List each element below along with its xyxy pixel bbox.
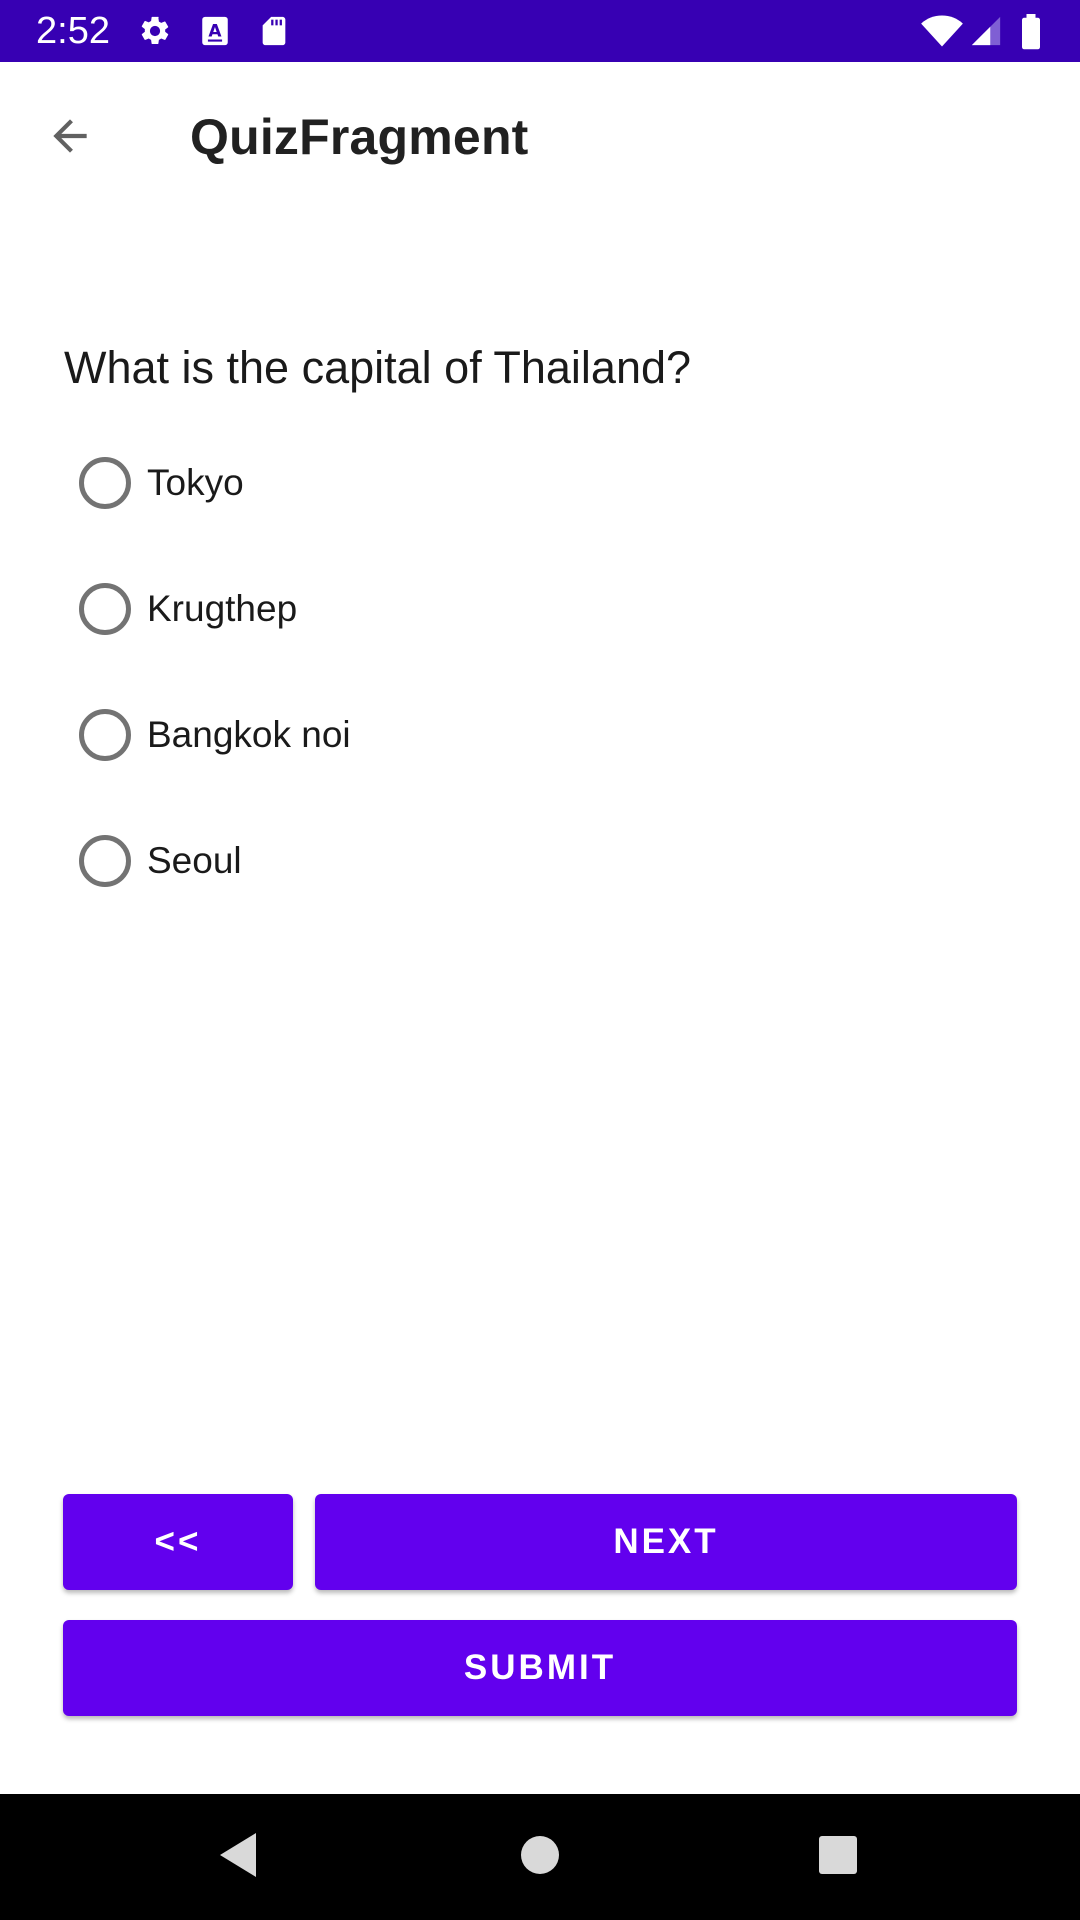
wifi-icon [920, 14, 964, 48]
settings-icon [138, 14, 172, 48]
sd-card-icon [257, 14, 291, 48]
navigation-bar [0, 1794, 1080, 1920]
status-bar: 2:52 A [0, 0, 1080, 62]
radio-button[interactable] [79, 709, 131, 761]
radio-button[interactable] [79, 583, 131, 635]
previous-button[interactable]: << [63, 1494, 293, 1590]
home-circle-icon [520, 1835, 560, 1880]
nav-home-button[interactable] [500, 1817, 580, 1897]
back-triangle-icon [216, 1831, 260, 1884]
radio-option-krugthep[interactable]: Krugthep [64, 559, 764, 659]
radio-label: Bangkok noi [147, 714, 351, 755]
radio-button[interactable] [79, 457, 131, 509]
next-button[interactable]: NEXT [315, 1494, 1017, 1590]
radio-label: Tokyo [147, 462, 244, 503]
status-time: 2:52 [36, 10, 110, 52]
page-title: QuizFragment [190, 109, 529, 165]
radio-option-bangkok-noi[interactable]: Bangkok noi [64, 685, 764, 785]
radio-button[interactable] [79, 835, 131, 887]
recents-square-icon [818, 1835, 858, 1880]
radio-option-tokyo[interactable]: Tokyo [64, 433, 764, 533]
arrow-back-icon [45, 111, 95, 166]
svg-text:A: A [208, 22, 222, 42]
radio-label: Seoul [147, 840, 242, 881]
back-button[interactable] [30, 98, 110, 178]
question-text: What is the capital of Thailand? [64, 342, 692, 393]
cell-signal-icon [968, 14, 1004, 48]
battery-icon [1018, 14, 1044, 50]
submit-button[interactable]: SUBMIT [63, 1620, 1017, 1716]
radio-option-seoul[interactable]: Seoul [64, 811, 764, 911]
radio-label: Krugthep [147, 588, 298, 629]
text-a-icon: A [198, 14, 232, 48]
nav-back-button[interactable] [198, 1817, 278, 1897]
app-bar: QuizFragment [0, 62, 1080, 214]
nav-recents-button[interactable] [798, 1817, 878, 1897]
